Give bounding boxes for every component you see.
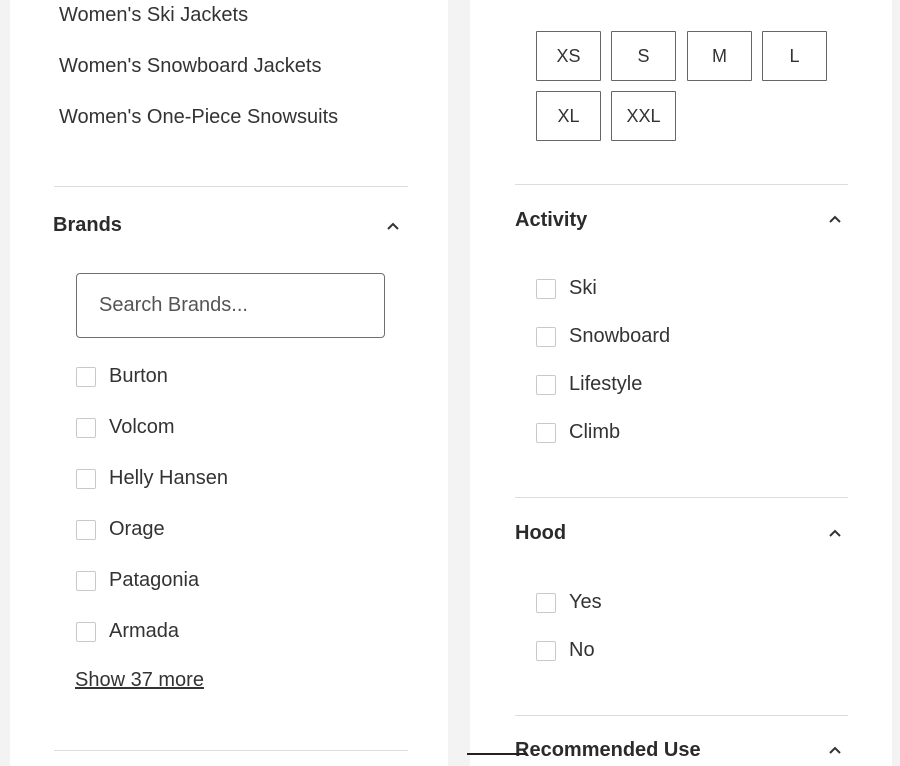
- brand-search-input[interactable]: [76, 273, 385, 338]
- checkbox[interactable]: [76, 621, 96, 642]
- chevron-up-icon[interactable]: [386, 219, 400, 233]
- hood-section-title[interactable]: Hood: [515, 522, 566, 545]
- checkbox[interactable]: [536, 326, 556, 347]
- chevron-up-icon[interactable]: [828, 526, 842, 540]
- divider: [515, 715, 848, 716]
- checkbox[interactable]: [536, 592, 556, 613]
- size-button-xxl[interactable]: XXL: [611, 91, 676, 141]
- right-filter-panel: XS S M L XL XXL Activity Ski Snowboard L…: [470, 0, 892, 766]
- divider: [54, 186, 408, 187]
- activity-option-label: Climb: [569, 421, 621, 443]
- activity-option-climb[interactable]: Climb: [536, 421, 620, 444]
- checkbox[interactable]: [76, 468, 96, 489]
- category-link-womens-snowboard-jackets[interactable]: Women's Snowboard Jackets: [59, 55, 321, 78]
- activity-option-snowboard[interactable]: Snowboard: [536, 325, 670, 348]
- activity-section-title[interactable]: Activity: [515, 209, 587, 232]
- checkbox[interactable]: [536, 278, 556, 299]
- activity-option-lifestyle[interactable]: Lifestyle: [536, 373, 642, 396]
- size-button-xs[interactable]: XS: [536, 31, 601, 81]
- hood-option-no[interactable]: No: [536, 639, 595, 662]
- brand-option-volcom[interactable]: Volcom: [76, 416, 175, 439]
- size-button-xl[interactable]: XL: [536, 91, 601, 141]
- hood-option-yes[interactable]: Yes: [536, 591, 602, 614]
- activity-option-label: Ski: [569, 277, 597, 299]
- chevron-up-icon[interactable]: [828, 212, 842, 226]
- brand-option-label: Patagonia: [109, 569, 200, 591]
- divider: [515, 497, 848, 498]
- category-link-womens-one-piece-snowsuits[interactable]: Women's One-Piece Snowsuits: [59, 106, 338, 129]
- brand-option-label: Burton: [109, 365, 168, 387]
- show-more-brands-link[interactable]: Show 37 more: [75, 669, 204, 692]
- size-button-l[interactable]: L: [762, 31, 827, 81]
- brand-option-label: Helly Hansen: [109, 467, 228, 489]
- brand-option-burton[interactable]: Burton: [76, 365, 168, 388]
- checkbox[interactable]: [536, 422, 556, 443]
- checkbox[interactable]: [536, 640, 556, 661]
- checkbox[interactable]: [76, 519, 96, 540]
- size-button-s[interactable]: S: [611, 31, 676, 81]
- checkbox[interactable]: [76, 417, 96, 438]
- recommended-use-section-title[interactable]: Recommended Use: [515, 739, 701, 762]
- activity-option-ski[interactable]: Ski: [536, 277, 597, 300]
- brand-option-orage[interactable]: Orage: [76, 518, 165, 541]
- chevron-up-icon[interactable]: [828, 743, 842, 757]
- brand-option-patagonia[interactable]: Patagonia: [76, 569, 199, 592]
- underline-decoration: [467, 753, 527, 755]
- left-filter-panel: Women's Ski Jackets Women's Snowboard Ja…: [10, 0, 448, 766]
- brand-option-helly-hansen[interactable]: Helly Hansen: [76, 467, 228, 490]
- hood-option-label: Yes: [569, 591, 602, 613]
- hood-option-label: No: [569, 639, 595, 661]
- activity-option-label: Snowboard: [569, 325, 671, 347]
- activity-option-label: Lifestyle: [569, 373, 643, 395]
- checkbox[interactable]: [76, 570, 96, 591]
- category-link-womens-ski-jackets[interactable]: Women's Ski Jackets: [59, 4, 248, 27]
- checkbox[interactable]: [536, 374, 556, 395]
- divider: [54, 750, 408, 751]
- brands-section-title[interactable]: Brands: [53, 214, 122, 237]
- divider: [515, 184, 848, 185]
- brand-option-label: Volcom: [109, 416, 175, 438]
- brand-option-armada[interactable]: Armada: [76, 620, 179, 643]
- brand-option-label: Armada: [109, 620, 180, 642]
- checkbox[interactable]: [76, 366, 96, 387]
- brand-option-label: Orage: [109, 518, 165, 540]
- size-button-m[interactable]: M: [687, 31, 752, 81]
